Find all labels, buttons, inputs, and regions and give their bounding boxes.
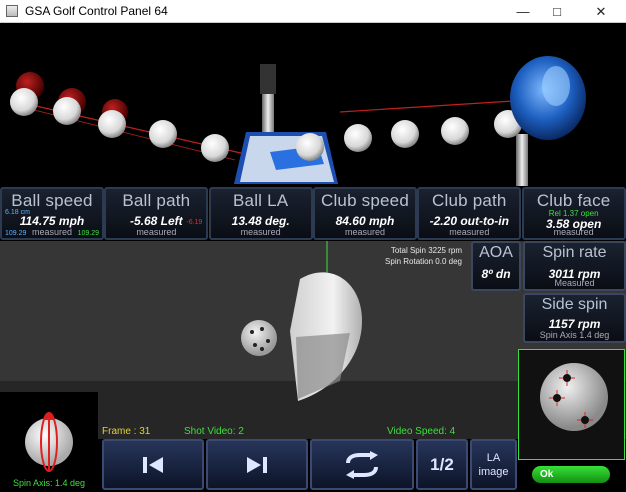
video-ball [241,320,277,356]
panel-label: AOA [479,244,513,261]
step-forward-icon [247,456,267,473]
tile-label: Club speed [320,191,409,210]
ball-marker [250,330,254,334]
tile-club-face[interactable]: Club face Rel 1.37 open 3.58 open measur… [521,187,626,240]
ball-path-extra: -6.19 [186,219,203,226]
ball-speed-extra-right: 109.29 [77,230,99,237]
club-hosel [260,64,276,94]
la-image-button[interactable]: LA image [470,439,517,490]
close-button[interactable]: ✕ [584,0,618,23]
ok-button[interactable]: Ok [532,466,610,483]
minimize-button[interactable]: — [506,0,540,23]
tile-value: 114.75 mph [19,214,85,228]
tile-club-speed[interactable]: Club speed 84.60 mph measured [312,187,417,240]
spin-axis-text: Spin Axis: 1.4 deg [12,478,86,488]
spin-rotation-text: Spin Rotation 0.0 deg [385,257,462,266]
video-speed-label: Video Speed: 4 [387,426,456,437]
ball [296,133,324,161]
tile-label: Club path [432,191,507,210]
tile-sub: measured [553,227,594,237]
trajectory-3d-view [0,24,626,186]
tile-ball-path[interactable]: Ball path -5.68 Left -6.19 measured [104,187,209,240]
ball-closeup-svg [540,363,608,431]
spin-ball-panel: Spin Axis: 1.4 deg [0,392,98,490]
tile-sub: measured [240,227,281,237]
ball-closeup [518,349,625,460]
tile-sub: measured [136,227,177,237]
tile-sub: measured [449,227,490,237]
tile-value: -2.20 out-to-in [429,214,509,228]
tile-sub: measured [344,227,385,237]
panel-value: 1157 rpm [548,317,601,331]
club-head-shine [542,66,570,106]
ball [149,120,177,148]
frame-counter: Frame : 31 [102,426,151,437]
panel-label: Spin rate [542,244,607,261]
closeup-ball [540,363,608,431]
tile-label: Ball path [122,191,191,210]
spin-ball-svg [25,412,73,472]
tile-value: 13.48 deg. [231,214,290,228]
ball-marker [266,339,270,343]
club-shaft-right [516,134,528,186]
ball-marker [253,343,257,347]
la-image-label-1: LA [486,451,501,464]
title-bar: GSA Golf Control Panel 64 — □ ✕ [0,0,626,23]
trajectory-svg [9,56,586,186]
ball [53,97,81,125]
tile-label: Club face [536,191,611,210]
tile-label: Ball speed [11,191,93,210]
half-speed-button[interactable]: 1/2 [416,439,468,490]
panel-sub: Measured [554,278,595,288]
ball [441,117,469,145]
ball [344,124,372,152]
metric-tiles: Ball speed 6.18 cm 114.75 mph 109.29 mea… [0,187,626,240]
tile-ball-speed[interactable]: Ball speed 6.18 cm 114.75 mph 109.29 mea… [0,187,104,240]
maximize-button[interactable]: □ [540,0,574,23]
ball-marker [260,347,264,351]
ball [391,120,419,148]
prev-frame-button[interactable] [102,439,204,490]
replay-icon [346,450,378,479]
panel-sub: Spin Axis 1.4 deg [539,330,610,340]
half-speed-label: 1/2 [430,454,454,474]
tile-ball-la[interactable]: Ball LA 13.48 deg. measured [208,187,313,240]
panel-spin-rate[interactable]: Spin rate 3011 rpm Measured [523,241,626,291]
ball [201,134,229,162]
replay-button[interactable] [310,439,414,490]
ball [10,88,38,116]
total-spin-text: Total Spin 3225 rpm [390,246,462,255]
ball-marker [260,327,264,331]
tile-club-path[interactable]: Club path -2.20 out-to-in measured [417,187,522,240]
panel-label: Side spin [541,296,608,313]
tile-label: Ball LA [233,191,289,210]
next-frame-button[interactable] [206,439,308,490]
app-icon [6,5,18,17]
window-title: GSA Golf Control Panel 64 [25,4,168,18]
shot-video-label: Shot Video: 2 [184,426,244,437]
la-image-label-2: image [478,465,509,478]
step-back-icon [143,456,163,473]
panel-aoa[interactable]: AOA 8º dn [471,241,521,291]
ball [98,110,126,138]
tile-value: 84.60 mph [335,214,395,228]
panel-value: 8º dn [481,267,511,281]
panel-side-spin[interactable]: Side spin 1157 rpm Spin Axis 1.4 deg [523,293,626,343]
